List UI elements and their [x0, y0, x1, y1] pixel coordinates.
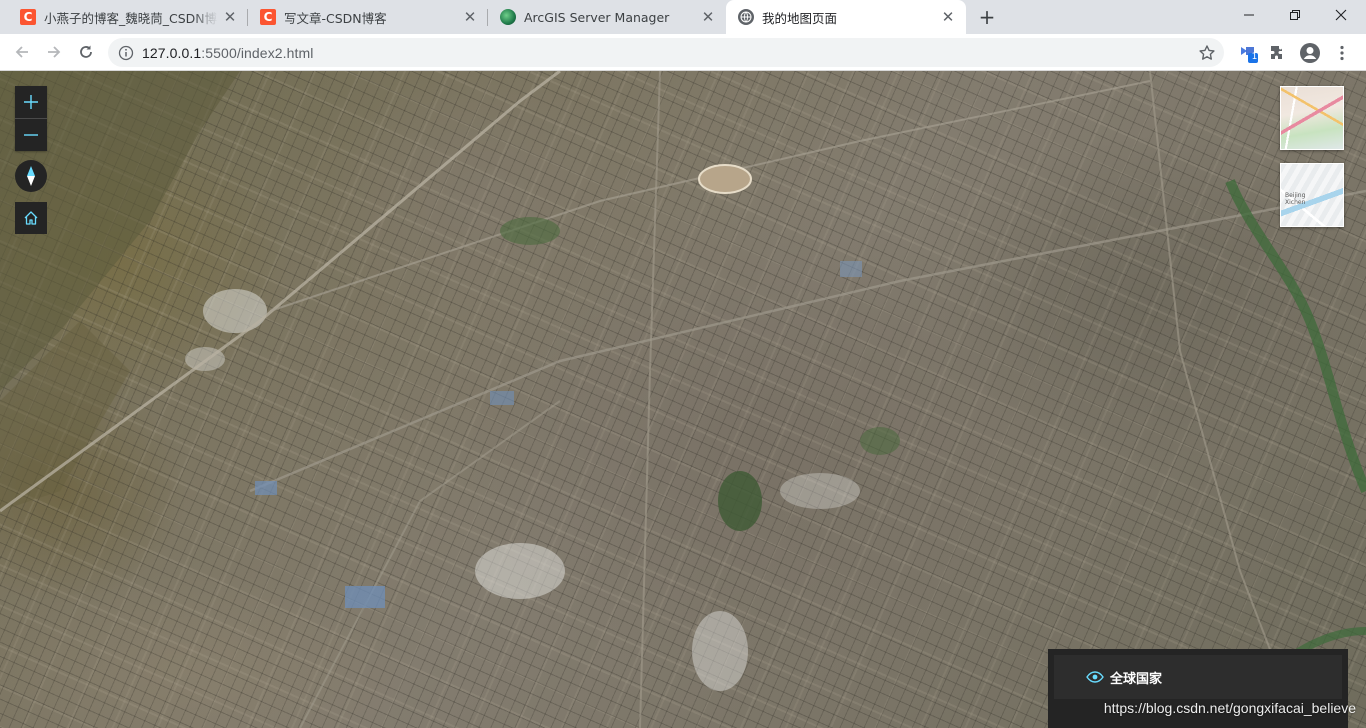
tab-title: 小燕子的博客_魏晓茼_CSDN博客: [44, 10, 218, 26]
zoom-control: [15, 86, 47, 151]
close-icon[interactable]: ✕: [940, 9, 956, 25]
puzzle-extensions-icon[interactable]: [1266, 41, 1290, 65]
streets-basemap-thumbnail[interactable]: [1280, 86, 1344, 150]
topo-label-line: Xichen: [1285, 199, 1306, 206]
map-features: [0, 71, 1366, 728]
info-icon[interactable]: [118, 45, 134, 61]
tab-my-map-page[interactable]: 我的地图页面 ✕: [726, 0, 966, 34]
extension-badge: 1: [1251, 52, 1258, 62]
close-icon[interactable]: ✕: [222, 9, 238, 25]
forward-arrow-icon[interactable]: [42, 40, 66, 64]
layer-list-panel: 全球国家: [1048, 649, 1348, 728]
csdn-icon: C: [260, 9, 276, 25]
restore-icon[interactable]: [1272, 0, 1318, 30]
zoom-in-icon[interactable]: [15, 86, 47, 118]
url-host: 127.0.0.1: [142, 44, 202, 61]
tab-arcgis-server-manager[interactable]: ArcGIS Server Manager ✕: [488, 0, 726, 34]
bookmark-star-icon[interactable]: [1198, 44, 1216, 62]
compass-icon[interactable]: [15, 160, 47, 192]
close-icon[interactable]: ✕: [700, 9, 716, 25]
tab-strip: C 小燕子的博客_魏晓茼_CSDN博客 ✕ C 写文章-CSDN博客 ✕ Arc…: [0, 0, 1366, 34]
arcgis-icon: [500, 9, 516, 25]
url-path: :5500/index2.html: [201, 44, 314, 61]
home-icon[interactable]: [15, 202, 47, 234]
layer-label: 全球国家: [1110, 671, 1163, 687]
profile-avatar-icon[interactable]: [1298, 41, 1322, 65]
tab-title: 我的地图页面: [762, 10, 838, 26]
watermark-text: https://blog.csdn.net/gongxifacai_believ…: [1103, 700, 1356, 716]
more-menu-icon[interactable]: [1330, 41, 1354, 65]
tab-title: ArcGIS Server Manager: [524, 9, 670, 25]
globe-icon: [738, 9, 754, 25]
topo-label-line: Beijing: [1285, 192, 1306, 199]
tab-write-article[interactable]: C 写文章-CSDN博客 ✕: [248, 0, 488, 34]
csdn-icon: C: [20, 9, 36, 25]
tab-title: 写文章-CSDN博客: [284, 10, 387, 26]
browser-toolbar: 127.0.0.1:5500/index2.html 1: [0, 34, 1366, 71]
tab-csdn-blog[interactable]: C 小燕子的博客_魏晓茼_CSDN博客 ✕: [8, 0, 248, 34]
address-bar[interactable]: 127.0.0.1:5500/index2.html: [108, 38, 1224, 67]
layer-item-global-countries[interactable]: 全球国家: [1054, 655, 1342, 699]
new-tab-button[interactable]: +: [976, 6, 998, 28]
topo-thumbnail-label: Beijing Xichen: [1285, 192, 1305, 206]
back-arrow-icon[interactable]: [10, 40, 34, 64]
map-view[interactable]: Beijing Xichen 全球国家 https://blog.csdn.ne…: [0, 71, 1366, 728]
close-window-icon[interactable]: [1318, 0, 1364, 30]
url-text: 127.0.0.1:5500/index2.html: [142, 45, 314, 61]
visibility-eye-icon[interactable]: [1086, 668, 1104, 686]
topo-basemap-thumbnail[interactable]: Beijing Xichen: [1280, 163, 1344, 227]
extension-app-icon[interactable]: 1: [1236, 41, 1260, 65]
zoom-out-icon[interactable]: [15, 118, 47, 151]
close-icon[interactable]: ✕: [462, 9, 478, 25]
reload-icon[interactable]: [74, 40, 98, 64]
minimize-icon[interactable]: [1226, 0, 1272, 30]
